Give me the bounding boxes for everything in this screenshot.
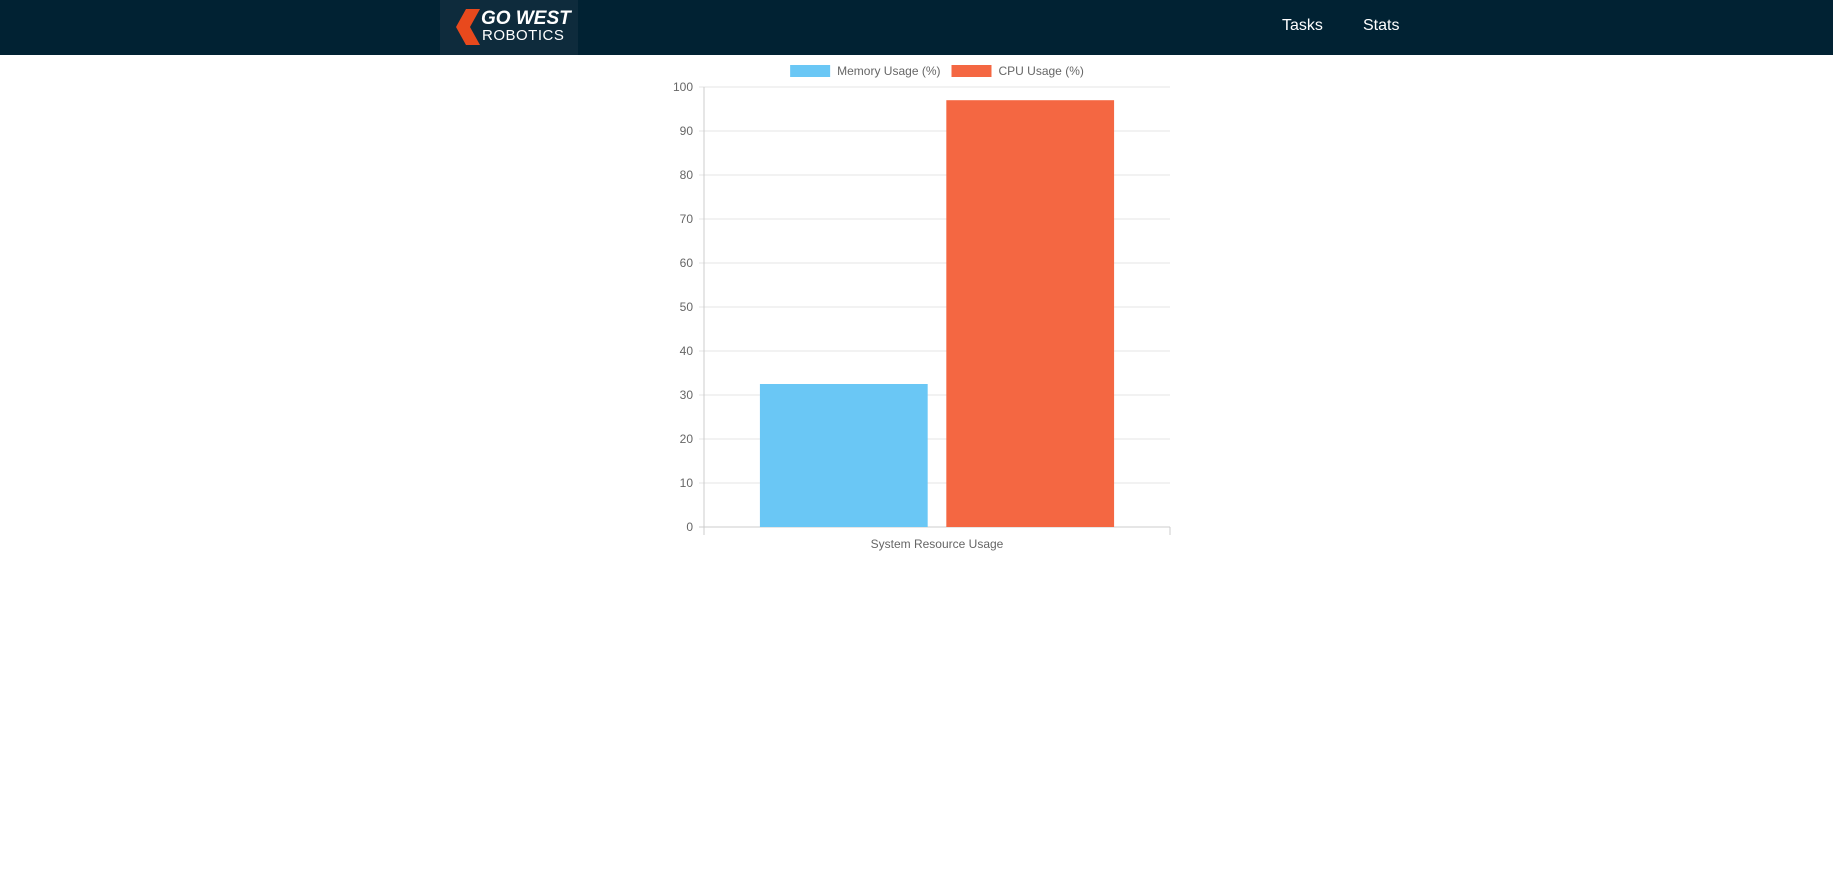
- legend-swatch-cpu-usage: [951, 65, 992, 77]
- legend-swatch-memory-usage: [790, 65, 831, 77]
- resource-usage-chart: 0 10 20 30 40 50 60 70 80 90 100 System Resource Us…: [673, 64, 1171, 551]
- y-tick-label: 100: [673, 80, 693, 94]
- bar-memory-usage: [759, 384, 928, 527]
- legend-label-memory-usage: Memory Usage (%): [837, 64, 940, 78]
- y-tick-label: 70: [680, 212, 694, 226]
- y-tick-label: 0: [686, 520, 693, 534]
- y-tick-label: 80: [680, 168, 694, 182]
- legend-label-cpu-usage: CPU Usage (%): [999, 64, 1084, 78]
- y-tick-label: 40: [680, 344, 694, 358]
- y-tick-label: 10: [680, 476, 694, 490]
- y-tick-label: 20: [680, 432, 694, 446]
- bar-cpu-usage: [946, 100, 1115, 527]
- x-tick-label: System Resource Usage: [871, 537, 1004, 551]
- y-tick-label: 30: [680, 388, 694, 402]
- y-tick-label: 50: [680, 300, 694, 314]
- y-tick-label: 60: [680, 256, 694, 270]
- y-tick-label: 90: [680, 124, 694, 138]
